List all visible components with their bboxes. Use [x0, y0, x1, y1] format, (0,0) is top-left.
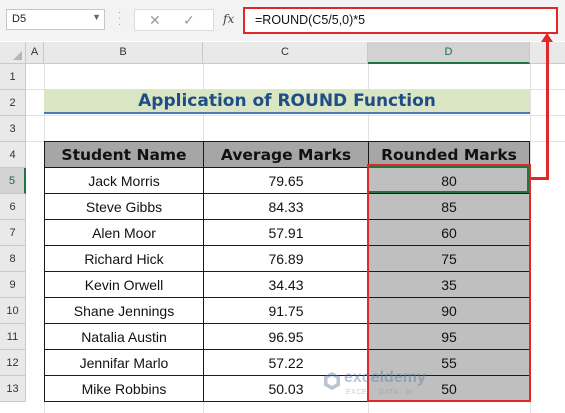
formula-input[interactable]: =ROUND(C5/5,0)*5	[243, 7, 558, 34]
row-header-1[interactable]: 1	[0, 64, 26, 90]
cell-student-name[interactable]: Shane Jennings	[44, 297, 204, 324]
header-average-marks[interactable]: Average Marks	[203, 141, 369, 168]
cell-student-name[interactable]: Jack Morris	[44, 167, 204, 194]
cell-student-name[interactable]: Kevin Orwell	[44, 271, 204, 298]
cell-student-name[interactable]: Natalia Austin	[44, 323, 204, 350]
row-header-7[interactable]: 7	[0, 220, 26, 246]
cell-average-marks[interactable]: 57.91	[203, 219, 369, 246]
formula-text: =ROUND(C5/5,0)*5	[255, 13, 366, 27]
cell-student-name[interactable]: Richard Hick	[44, 245, 204, 272]
formula-bar-area: D5 ▼ · · · ✕ ✓ fx =ROUND(C5/5,0)*5	[0, 0, 565, 41]
cell-student-name[interactable]: Jennifar Marlo	[44, 349, 204, 376]
column-header-c[interactable]: C	[203, 42, 368, 64]
cell-average-marks[interactable]: 76.89	[203, 245, 369, 272]
select-all-icon	[13, 51, 22, 60]
header-student-name[interactable]: Student Name	[44, 141, 204, 168]
cell-average-marks[interactable]: 96.95	[203, 323, 369, 350]
watermark-tagline: EXCEL · DATA · BI	[346, 389, 414, 396]
row-header-4[interactable]: 4	[0, 142, 26, 168]
annotation-arrow-line	[546, 40, 549, 180]
row-header-10[interactable]: 10	[0, 298, 26, 324]
row-header-8[interactable]: 8	[0, 246, 26, 272]
chevron-down-icon[interactable]: ▼	[92, 12, 101, 22]
title-cell[interactable]: Application of ROUND Function	[44, 90, 530, 114]
formula-action-buttons: ✕ ✓	[134, 9, 214, 31]
watermark-name: exceldemy	[344, 369, 426, 386]
name-box[interactable]: D5 ▼	[6, 9, 105, 30]
row-header-3[interactable]: 3	[0, 116, 26, 142]
cell-student-name[interactable]: Mike Robbins	[44, 375, 204, 402]
cell-average-marks[interactable]: 91.75	[203, 297, 369, 324]
column-header-d[interactable]: D	[368, 42, 530, 64]
page-title: Application of ROUND Function	[138, 91, 436, 111]
row-header-2[interactable]: 2	[0, 90, 26, 116]
name-box-value: D5	[12, 13, 27, 25]
watermark: exceldemy EXCEL · DATA · BI	[322, 367, 462, 403]
enter-icon[interactable]: ✓	[183, 12, 195, 29]
cell-average-marks[interactable]: 79.65	[203, 167, 369, 194]
column-header-b[interactable]: B	[44, 42, 203, 64]
cell-student-name[interactable]: Alen Moor	[44, 219, 204, 246]
cell-average-marks[interactable]: 34.43	[203, 271, 369, 298]
separator-dots-icon: · · ·	[118, 7, 122, 30]
row-header-11[interactable]: 11	[0, 324, 26, 350]
function-icon[interactable]: fx	[219, 9, 241, 31]
row-header-9[interactable]: 9	[0, 272, 26, 298]
row-header-6[interactable]: 6	[0, 194, 26, 220]
cell-average-marks[interactable]: 84.33	[203, 193, 369, 220]
row-header-5[interactable]: 5	[0, 168, 26, 194]
cell-student-name[interactable]: Steve Gibbs	[44, 193, 204, 220]
select-all-corner[interactable]	[0, 42, 26, 64]
row-header-13[interactable]: 13	[0, 376, 26, 402]
exceldemy-logo-icon	[324, 372, 340, 390]
arrow-up-icon	[541, 33, 553, 42]
column-header-a[interactable]: A	[26, 42, 44, 64]
row-header-12[interactable]: 12	[0, 350, 26, 376]
cancel-icon[interactable]: ✕	[149, 12, 161, 29]
gridline	[26, 115, 565, 116]
